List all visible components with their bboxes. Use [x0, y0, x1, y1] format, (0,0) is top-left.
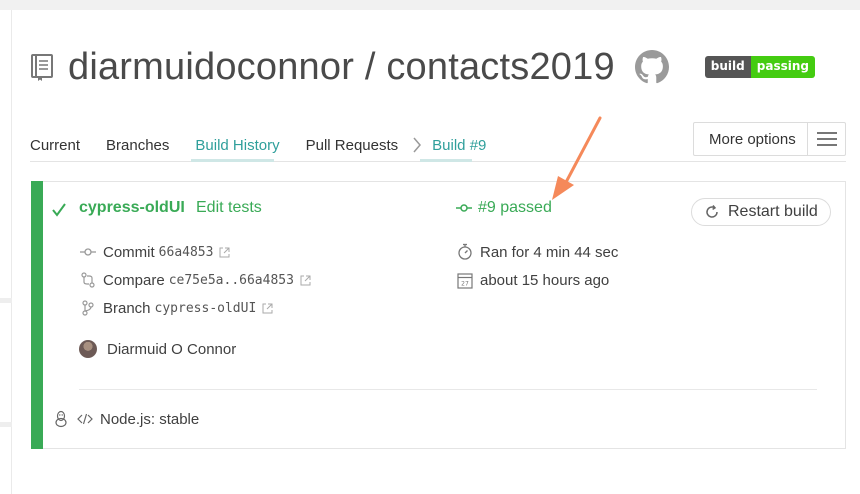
compare-label: Compare [103, 271, 165, 289]
commit-label: Commit [103, 243, 155, 261]
repo-separator: / [354, 45, 387, 88]
book-icon [31, 54, 53, 81]
commit-row: Commit 66a4853 [79, 243, 230, 261]
restart-build-label: Restart build [728, 203, 818, 220]
badge-label: build [704, 56, 751, 78]
compare-icon [79, 271, 97, 289]
avatar [79, 340, 97, 358]
repo-name-link[interactable]: contacts2019 [386, 46, 614, 88]
build-branch-link[interactable]: cypress-oldUI [79, 199, 185, 217]
linux-icon [52, 410, 70, 428]
branch-row: Branch cypress-oldUI [79, 299, 273, 317]
calendar-icon: 27 [456, 271, 474, 289]
author-name: Diarmuid O Connor [107, 340, 237, 358]
code-icon [76, 410, 94, 428]
annotation-arrow [552, 116, 602, 200]
github-icon[interactable] [634, 50, 669, 84]
language-row: Node.js: stable [52, 410, 199, 428]
hamburger-menu-icon[interactable] [807, 122, 845, 156]
tab-current[interactable]: Current [30, 137, 80, 154]
check-icon [52, 203, 66, 217]
left-sidebar-edge [0, 10, 12, 494]
tab-active-indicator [420, 159, 472, 162]
repo-owner-link[interactable]: diarmuidoconnor [68, 46, 354, 88]
svg-text:27: 27 [461, 280, 469, 287]
build-status-badge[interactable]: build passing [704, 56, 815, 78]
build-status-bar [31, 181, 43, 449]
stopwatch-icon [456, 243, 474, 261]
commit-sha-link[interactable]: 66a4853 [159, 245, 214, 260]
build-duration: Ran for 4 min 44 sec [480, 243, 619, 261]
branch-value-link[interactable]: cypress-oldUI [155, 301, 257, 316]
commit-icon [79, 243, 97, 261]
tab-build-9[interactable]: Build #9 [432, 137, 486, 154]
tab-active-indicator [191, 159, 274, 162]
author-row: Diarmuid O Connor [79, 340, 236, 358]
tab-pull-requests[interactable]: Pull Requests [306, 137, 399, 154]
external-link-icon[interactable] [219, 247, 230, 258]
compare-row: Compare ce75e5a..66a4853 [79, 271, 311, 289]
repo-nav-tabs: Current Branches Build History Pull Requ… [30, 130, 486, 160]
external-link-icon[interactable] [262, 303, 273, 314]
build-finished-time: about 15 hours ago [480, 271, 610, 289]
branch-label: Branch [103, 299, 151, 317]
build-status[interactable]: #9 passed [456, 199, 552, 217]
build-language: Node.js: stable [100, 410, 200, 428]
commit-message-link[interactable]: Edit tests [196, 199, 262, 217]
duration-row: Ran for 4 min 44 sec [456, 243, 618, 261]
more-options-label: More options [709, 130, 796, 148]
external-link-icon[interactable] [300, 275, 311, 286]
restart-icon [706, 205, 718, 218]
branch-icon [79, 299, 97, 317]
finished-row: 27 about 15 hours ago [456, 271, 609, 289]
commit-icon [456, 204, 472, 212]
more-options-button[interactable]: More options [693, 122, 846, 156]
compare-range-link[interactable]: ce75e5a..66a4853 [169, 273, 294, 288]
chevron-right-icon [413, 137, 422, 153]
sidebar-divider [0, 298, 12, 303]
restart-build-button[interactable]: Restart build [691, 198, 831, 226]
card-divider [79, 389, 817, 390]
repo-header: diarmuidoconnor / contacts2019 build pas… [30, 42, 815, 92]
top-strip [0, 0, 860, 10]
tab-build-history[interactable]: Build History [195, 137, 279, 154]
repo-title: diarmuidoconnor / contacts2019 [68, 46, 615, 89]
tab-branches[interactable]: Branches [106, 137, 169, 154]
badge-value: passing [750, 56, 815, 78]
sidebar-divider [0, 422, 12, 427]
